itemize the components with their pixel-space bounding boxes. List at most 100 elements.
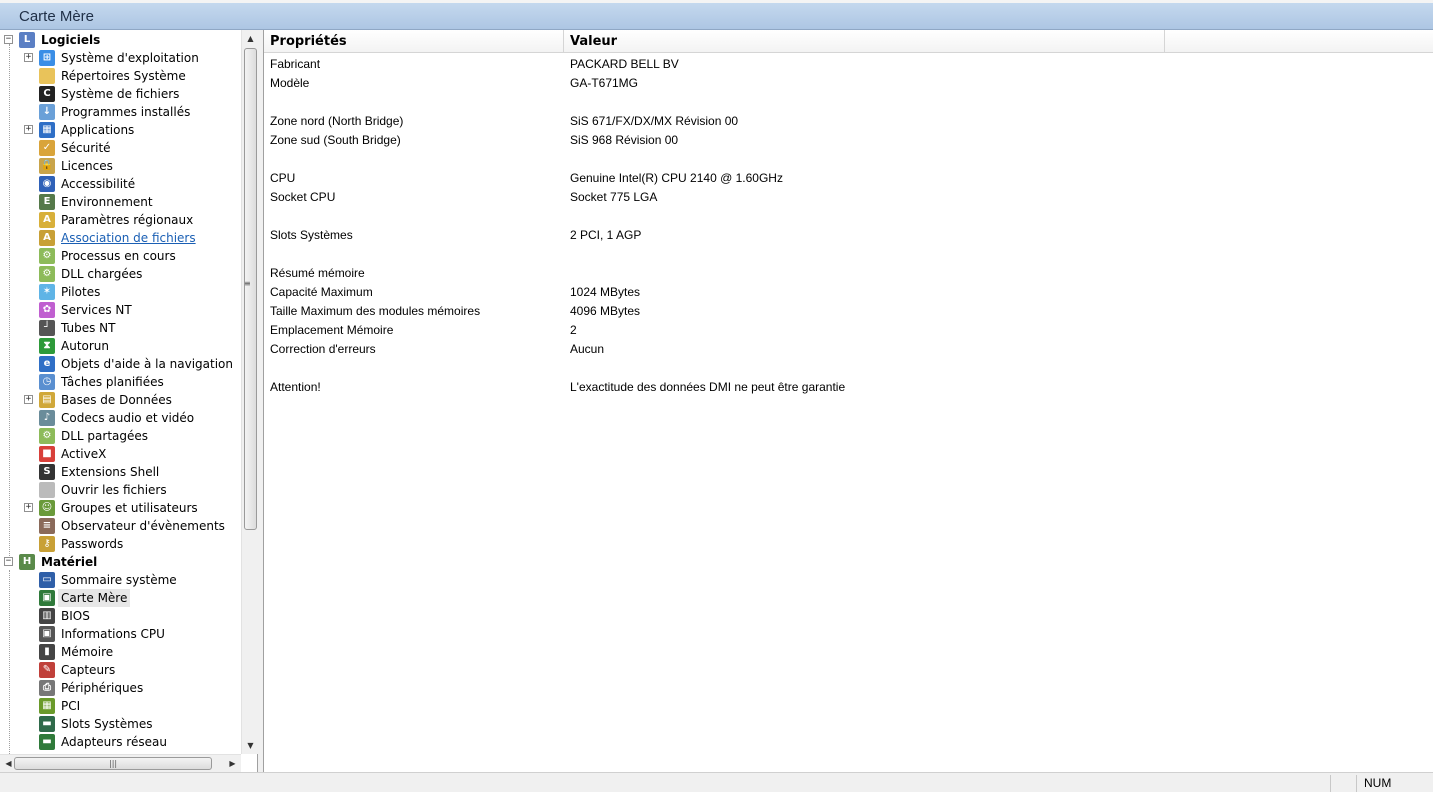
tree-item[interactable]: E Environnement xyxy=(0,193,240,211)
table-row[interactable]: Zone sud (South Bridge) SiS 968 Révision … xyxy=(264,131,1433,150)
column-header-properties[interactable]: Propriétés xyxy=(264,30,564,53)
tree-item-label: Processus en cours xyxy=(61,249,176,263)
tree-item[interactable]: ✓ Sécurité xyxy=(0,139,240,157)
tree-horizontal-scroll-thumb[interactable]: ||| xyxy=(14,757,212,770)
tree-item[interactable]: ┘ Tubes NT xyxy=(0,319,240,337)
tree-item[interactable]: ⚷ Passwords xyxy=(0,535,240,553)
table-row[interactable]: Capacité Maximum 1024 MBytes xyxy=(264,283,1433,302)
tree-item[interactable]: ✎ Capteurs xyxy=(0,661,240,679)
tree-item-label: Tâches planifiées xyxy=(61,375,164,389)
tree-item[interactable]: ✿ Services NT xyxy=(0,301,240,319)
tree-item[interactable]: ♪ Codecs audio et vidéo xyxy=(0,409,240,427)
collapse-icon[interactable]: − xyxy=(4,557,13,566)
scroll-up-arrow-icon[interactable]: ▲ xyxy=(242,30,259,47)
scroll-down-arrow-icon[interactable]: ▼ xyxy=(242,737,259,754)
tree-item-label: BIOS xyxy=(61,609,90,623)
property-value: GA-T671MG xyxy=(570,76,639,90)
tree-item[interactable]: ▮ Mémoire xyxy=(0,643,240,661)
tree-item[interactable]: ⚙ Processus en cours xyxy=(0,247,240,265)
tree-item[interactable]: ⎙ Périphériques xyxy=(0,679,240,697)
tree-item-label: Observateur d'évènements xyxy=(61,519,225,533)
table-row[interactable]: Slots Systèmes 2 PCI, 1 AGP xyxy=(264,226,1433,245)
tree-item-label: Services NT xyxy=(61,303,132,317)
property-value: SiS 968 Révision 00 xyxy=(570,133,679,147)
property-name: Socket CPU xyxy=(270,190,336,204)
tree-item-label: Périphériques xyxy=(61,681,144,695)
tree-item[interactable]: ▬ Slots Systèmes xyxy=(0,715,240,733)
tree-item[interactable]: + ▤ Bases de Données xyxy=(0,391,240,409)
table-row[interactable]: Socket CPU Socket 775 LGA xyxy=(264,188,1433,207)
tree-item[interactable]: ▥ BIOS xyxy=(0,607,240,625)
tree-item[interactable]: ◷ Tâches planifiées xyxy=(0,373,240,391)
lock-icon: 🔒 xyxy=(39,158,55,174)
tree-item[interactable]: ⚙ DLL partagées xyxy=(0,427,240,445)
tree-item-label: DLL chargées xyxy=(61,267,143,281)
tree-item[interactable]: 🔒 Licences xyxy=(0,157,240,175)
tree-group[interactable]: − L Logiciels xyxy=(0,31,240,49)
tree-vertical-scroll-thumb[interactable] xyxy=(244,48,257,530)
tree-item[interactable]: ↓ Programmes installés xyxy=(0,103,240,121)
tree-item[interactable]: ▬ Adapteurs réseau xyxy=(0,733,240,751)
tree-item[interactable]: Répertoires Système xyxy=(0,67,240,85)
tree-item-label: Sécurité xyxy=(61,141,111,155)
table-row[interactable]: Résumé mémoire xyxy=(264,264,1433,283)
tree-item-label: Licences xyxy=(61,159,113,173)
tree-item[interactable]: ◉ Accessibilité xyxy=(0,175,240,193)
tree-horizontal-scrollbar[interactable]: ◀ ||| ▶ xyxy=(0,754,241,772)
property-name: Zone nord (North Bridge) xyxy=(270,114,404,128)
expand-icon[interactable]: + xyxy=(24,53,33,62)
environment-icon: E xyxy=(39,194,55,210)
navigation-tree-pane: − L Logiciels + ⊞ Système d'exploitation Réper… xyxy=(0,30,258,772)
accessibility-icon: ◉ xyxy=(39,176,55,192)
tree-item[interactable]: ▣ Carte Mère xyxy=(0,589,240,607)
process-icon: ⚙ xyxy=(39,248,55,264)
tree-item[interactable]: + ▦ Applications xyxy=(0,121,240,139)
expand-icon[interactable]: + xyxy=(24,503,33,512)
tree-item[interactable]: ⚙ DLL chargées xyxy=(0,265,240,283)
tree-group[interactable]: − H Matériel xyxy=(0,553,240,571)
tree-item[interactable]: + ☺ Groupes et utilisateurs xyxy=(0,499,240,517)
dll-icon: ⚙ xyxy=(39,266,55,282)
tree-item[interactable]: ■ ActiveX xyxy=(0,445,240,463)
window-title: Carte Mère xyxy=(19,8,95,25)
tree-item[interactable]: ▣ Informations CPU xyxy=(0,625,240,643)
tree-item-label: Sommaire système xyxy=(61,573,177,587)
shared-dll-icon: ⚙ xyxy=(39,428,55,444)
property-value: 2 xyxy=(570,323,577,337)
properties-list-pane: Propriétés Valeur Fabricant PACKARD BELL … xyxy=(263,30,1433,772)
table-row[interactable]: Modèle GA-T671MG xyxy=(264,74,1433,93)
table-row[interactable]: CPU Genuine Intel(R) CPU 2140 @ 1.60GHz xyxy=(264,169,1433,188)
tree-item[interactable]: ≡ Observateur d'évènements xyxy=(0,517,240,535)
tree-item[interactable]: A Paramètres régionaux xyxy=(0,211,240,229)
tree-vertical-scrollbar[interactable]: ▲ ≡ ▼ xyxy=(241,30,258,754)
table-row[interactable]: Taille Maximum des modules mémoires 4096 … xyxy=(264,302,1433,321)
table-row[interactable]: Emplacement Mémoire 2 xyxy=(264,321,1433,340)
tree-item-label: Pilotes xyxy=(61,285,101,299)
applications-icon: ▦ xyxy=(39,122,55,138)
expand-icon[interactable]: + xyxy=(24,125,33,134)
expand-icon[interactable]: + xyxy=(24,395,33,404)
table-row[interactable]: Fabricant PACKARD BELL BV xyxy=(264,55,1433,74)
tree-item[interactable]: ⧗ Autorun xyxy=(0,337,240,355)
column-header-value[interactable]: Valeur xyxy=(564,30,1165,53)
collapse-icon[interactable]: − xyxy=(4,35,13,44)
property-name: Slots Systèmes xyxy=(270,228,353,242)
tree-item[interactable]: A Association de fichiers xyxy=(0,229,240,247)
tree-item[interactable]: + ⊞ Système d'exploitation xyxy=(0,49,240,67)
tree-item-label: Passwords xyxy=(61,537,124,551)
tree-item[interactable]: e Objets d'aide à la navigation xyxy=(0,355,240,373)
tree-item[interactable]: ▭ Sommaire système xyxy=(0,571,240,589)
tree-item[interactable]: C Système de fichiers xyxy=(0,85,240,103)
pipes-icon: ┘ xyxy=(39,320,55,336)
status-bar: NUM xyxy=(0,772,1433,792)
tree-item-label: PCI xyxy=(61,699,81,713)
table-row[interactable]: Correction d'erreurs Aucun xyxy=(264,340,1433,359)
table-row[interactable]: Attention! L'exactitude des données DMI n… xyxy=(264,378,1433,397)
property-value: PACKARD BELL BV xyxy=(570,57,679,71)
scroll-right-arrow-icon[interactable]: ▶ xyxy=(224,755,241,772)
tree-item[interactable]: S Extensions Shell xyxy=(0,463,240,481)
tree-item[interactable]: Ouvrir les fichiers xyxy=(0,481,240,499)
tree-item[interactable]: ✶ Pilotes xyxy=(0,283,240,301)
tree-item[interactable]: ▦ PCI xyxy=(0,697,240,715)
table-row[interactable]: Zone nord (North Bridge) SiS 671/FX/DX/MX… xyxy=(264,112,1433,131)
